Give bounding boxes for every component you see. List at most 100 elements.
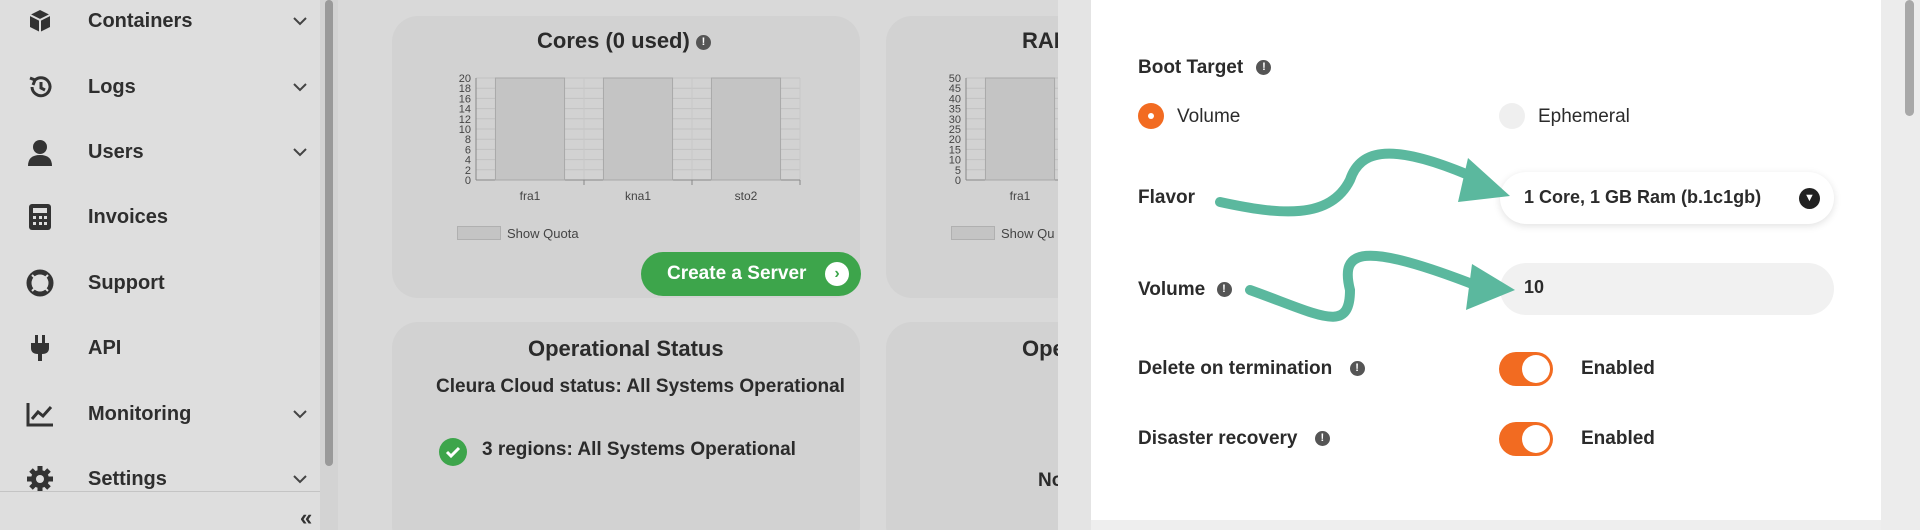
sidebar-item-containers[interactable]: Containers bbox=[0, 0, 320, 46]
y-tick-label: 8 bbox=[465, 134, 471, 146]
chevron-down-icon[interactable] bbox=[290, 77, 310, 97]
bar-fra1 bbox=[494, 77, 566, 181]
y-tick-label: 20 bbox=[949, 134, 961, 146]
sidebar-item-support[interactable]: Support bbox=[0, 258, 320, 308]
create-server-label: Create a Server bbox=[667, 263, 807, 284]
ram-chart: 05101520253035404550fra1 bbox=[949, 73, 1058, 203]
y-tick-label: 18 bbox=[459, 83, 471, 95]
delete-on-termination-toggle[interactable] bbox=[1499, 352, 1553, 386]
radio-volume-label[interactable]: Volume bbox=[1177, 106, 1240, 128]
x-tick-label: fra1 bbox=[520, 189, 541, 203]
gear-icon bbox=[26, 465, 54, 493]
plug-icon bbox=[26, 334, 54, 362]
card-title: Cores (0 used) ! bbox=[537, 28, 711, 54]
volume-text: Volume bbox=[1138, 279, 1206, 300]
calculator-icon bbox=[26, 203, 54, 231]
info-icon[interactable]: ! bbox=[1256, 60, 1272, 76]
sidebar-item-label: Logs bbox=[88, 75, 136, 98]
delete-on-termination-text: Delete on termination bbox=[1138, 358, 1333, 379]
delete-on-termination-state: Enabled bbox=[1581, 358, 1655, 379]
boot-target-label: Boot Target ! bbox=[1138, 57, 1272, 79]
check-circle-icon bbox=[439, 438, 467, 466]
volume-arrowhead bbox=[1466, 264, 1515, 310]
legend-label[interactable]: Show Qu bbox=[1001, 226, 1054, 241]
y-tick-label: 50 bbox=[949, 73, 961, 85]
box-icon bbox=[26, 7, 54, 35]
sidebar-item-invoices[interactable]: Invoices bbox=[0, 192, 320, 242]
disaster-recovery-toggle[interactable] bbox=[1499, 422, 1553, 456]
toggle-knob bbox=[1522, 425, 1550, 453]
y-tick-label: 45 bbox=[949, 83, 961, 95]
legend-swatch[interactable] bbox=[951, 226, 995, 240]
sidebar-scrollbar[interactable] bbox=[320, 0, 338, 530]
boot-target-text: Boot Target bbox=[1138, 57, 1244, 78]
bar-sto2 bbox=[710, 77, 782, 181]
sidebar-item-label: Containers bbox=[88, 9, 193, 32]
flavor-value: 1 Core, 1 GB Ram (b.1c1gb) bbox=[1524, 187, 1762, 207]
scrollbar-thumb[interactable] bbox=[1905, 0, 1914, 116]
status-title: Operational Status bbox=[528, 336, 724, 361]
sidebar-item-label: Settings bbox=[88, 467, 167, 490]
delete-on-termination-label: Delete on termination ! bbox=[1138, 358, 1365, 380]
flavor-select[interactable]: 1 Core, 1 GB Ram (b.1c1gb) ▼ bbox=[1500, 172, 1834, 224]
create-server-button[interactable]: Create a Server › bbox=[641, 252, 861, 296]
cores-title: Cores (0 used) bbox=[537, 28, 690, 53]
bar-kna1 bbox=[602, 77, 674, 181]
chevron-down-icon[interactable] bbox=[290, 404, 310, 424]
user-icon bbox=[26, 138, 54, 166]
radio-volume[interactable] bbox=[1138, 103, 1164, 129]
scrollbar-thumb[interactable] bbox=[325, 0, 333, 466]
info-icon[interactable]: ! bbox=[1314, 431, 1330, 447]
sidebar-item-monitoring[interactable]: Monitoring bbox=[0, 389, 320, 439]
panel-bottom-edge bbox=[1091, 520, 1881, 530]
flavor-label: Flavor bbox=[1138, 187, 1196, 208]
collapse-sidebar-button[interactable]: « bbox=[300, 505, 312, 530]
status-summary: Cleura Cloud status: All Systems Operati… bbox=[436, 376, 845, 397]
x-tick-label: kna1 bbox=[625, 189, 651, 203]
info-icon[interactable]: ! bbox=[1349, 361, 1365, 377]
cores-chart: 02468101214161820fra1 kna1 sto2 bbox=[459, 73, 801, 203]
radio-ephemeral-label[interactable]: Ephemeral bbox=[1538, 106, 1630, 128]
operational-status-card: Operational Status Cleura Cloud status: … bbox=[392, 322, 860, 530]
sidebar-item-label: API bbox=[88, 336, 122, 359]
radio-ephemeral[interactable] bbox=[1499, 103, 1525, 129]
arrow-right-icon: › bbox=[825, 262, 849, 286]
info-icon[interactable]: ! bbox=[695, 34, 711, 50]
sidebar-item-users[interactable]: Users bbox=[0, 127, 320, 177]
flavor-arrow bbox=[1215, 148, 1485, 217]
volume-arrow bbox=[1245, 250, 1485, 322]
lifebuoy-icon bbox=[26, 269, 54, 297]
sidebar-item-logs[interactable]: Logs bbox=[0, 62, 320, 112]
annotation-arrows bbox=[1215, 148, 1515, 322]
sidebar-item-label: Support bbox=[88, 271, 165, 294]
x-tick-label: sto2 bbox=[735, 189, 758, 203]
x-tick-label: fra1 bbox=[1010, 189, 1031, 203]
panel-right-gutter bbox=[1881, 0, 1920, 530]
disaster-recovery-label: Disaster recovery ! bbox=[1138, 428, 1330, 450]
disaster-recovery-text: Disaster recovery bbox=[1138, 428, 1298, 449]
regions-status: 3 regions: All Systems Operational bbox=[482, 439, 796, 460]
sidebar-item-api[interactable]: API bbox=[0, 323, 320, 373]
toggle-knob bbox=[1522, 355, 1550, 383]
bar-fra1 bbox=[984, 77, 1056, 181]
chevron-down-icon[interactable] bbox=[290, 142, 310, 162]
panel-edge bbox=[1058, 0, 1091, 530]
chevron-down-icon[interactable] bbox=[290, 11, 310, 31]
disaster-recovery-state: Enabled bbox=[1581, 428, 1655, 449]
sidebar-item-label: Users bbox=[88, 140, 144, 163]
volume-size-field[interactable] bbox=[1500, 263, 1834, 315]
sidebar-item-label: Invoices bbox=[88, 205, 169, 228]
y-tick-label: 20 bbox=[459, 73, 471, 85]
history-icon bbox=[26, 73, 54, 101]
status-card-2: Ope No bbox=[886, 322, 1086, 530]
chevron-down-icon: ▼ bbox=[1799, 188, 1820, 209]
sidebar-footer: « bbox=[0, 491, 320, 530]
sidebar-item-label: Monitoring bbox=[88, 402, 192, 425]
sidebar: Containers Logs Users Invoices Support A… bbox=[0, 0, 338, 530]
chevron-down-icon[interactable] bbox=[290, 469, 310, 489]
flavor-arrowhead bbox=[1458, 158, 1510, 202]
chart-line-icon bbox=[26, 400, 54, 428]
legend-label[interactable]: Show Quota bbox=[507, 226, 579, 241]
volume-size-input[interactable] bbox=[1524, 277, 1804, 298]
legend-swatch[interactable] bbox=[457, 226, 501, 240]
